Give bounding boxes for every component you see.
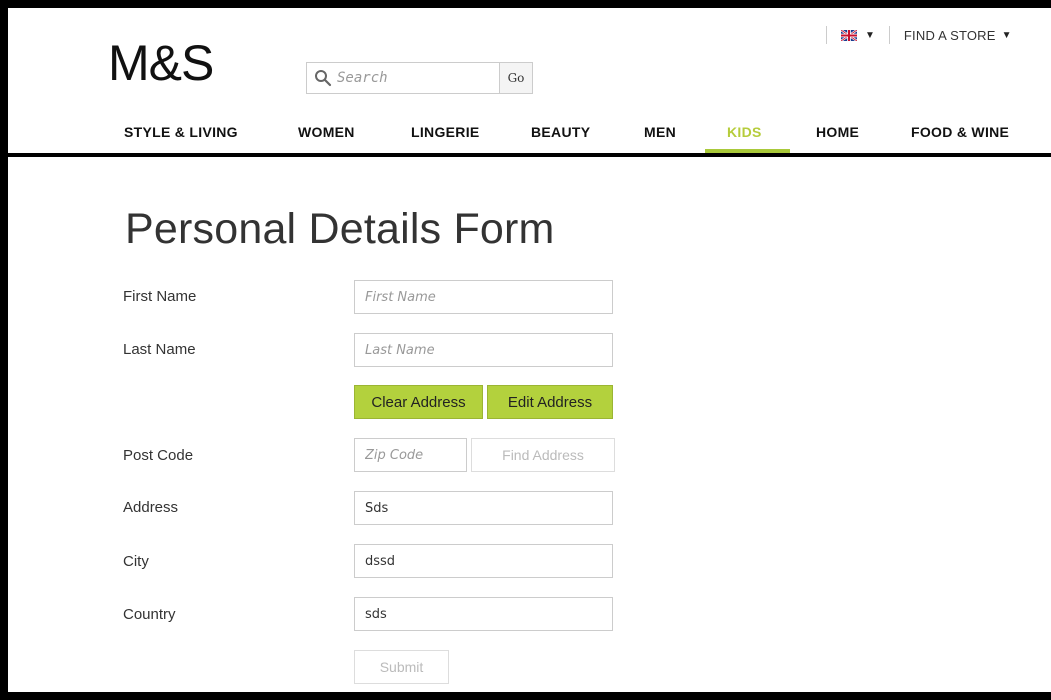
language-caret-icon[interactable]: ▼: [865, 30, 875, 41]
search-box: [306, 62, 500, 94]
nav-kids[interactable]: KIDS: [727, 124, 762, 140]
utility-divider: [826, 26, 827, 44]
nav-men[interactable]: MEN: [644, 124, 676, 140]
post-code-field[interactable]: [354, 438, 467, 472]
address-field[interactable]: [354, 491, 613, 525]
city-label: City: [123, 553, 149, 570]
search-go-button[interactable]: Go: [499, 62, 533, 94]
first-name-label: First Name: [123, 288, 197, 305]
site-logo[interactable]: M&S: [108, 38, 214, 88]
nav-food-wine[interactable]: FOOD & WINE: [911, 124, 1009, 140]
clear-address-button[interactable]: Clear Address: [354, 385, 483, 419]
find-address-button[interactable]: Find Address: [471, 438, 615, 472]
utility-divider: [888, 26, 890, 44]
city-field[interactable]: [354, 544, 613, 578]
site-header: M&S Go: [8, 8, 1051, 153]
search-icon: [315, 70, 332, 87]
last-name-field[interactable]: [354, 333, 613, 367]
nav-beauty[interactable]: BEAUTY: [531, 124, 590, 140]
search-input[interactable]: [337, 67, 487, 89]
nav-style-living[interactable]: STYLE & LIVING: [124, 124, 238, 140]
country-field[interactable]: [354, 597, 613, 631]
find-store-link[interactable]: FIND A STORE: [904, 28, 996, 43]
page: M&S Go: [8, 8, 1051, 692]
post-code-label: Post Code: [123, 447, 194, 464]
nav-women[interactable]: WOMEN: [298, 124, 355, 140]
edit-address-button[interactable]: Edit Address: [487, 385, 613, 419]
page-title: Personal Details Form: [125, 205, 555, 253]
last-name-label: Last Name: [123, 341, 196, 358]
uk-flag-icon[interactable]: [841, 29, 857, 41]
utility-nav: ▼ FIND A STORE ▼: [826, 24, 1012, 46]
submit-button[interactable]: Submit: [354, 650, 449, 684]
nav-lingerie[interactable]: LINGERIE: [411, 124, 480, 140]
country-label: Country: [123, 606, 176, 623]
nav-home[interactable]: HOME: [816, 124, 859, 140]
first-name-field[interactable]: [354, 280, 613, 314]
address-label: Address: [123, 499, 179, 516]
main-nav: STYLE & LIVING WOMEN LINGERIE BEAUTY MEN…: [8, 120, 1051, 153]
window-frame: M&S Go: [0, 0, 1051, 700]
find-store-caret-icon[interactable]: ▼: [1002, 30, 1012, 41]
header-divider: [8, 153, 1051, 157]
